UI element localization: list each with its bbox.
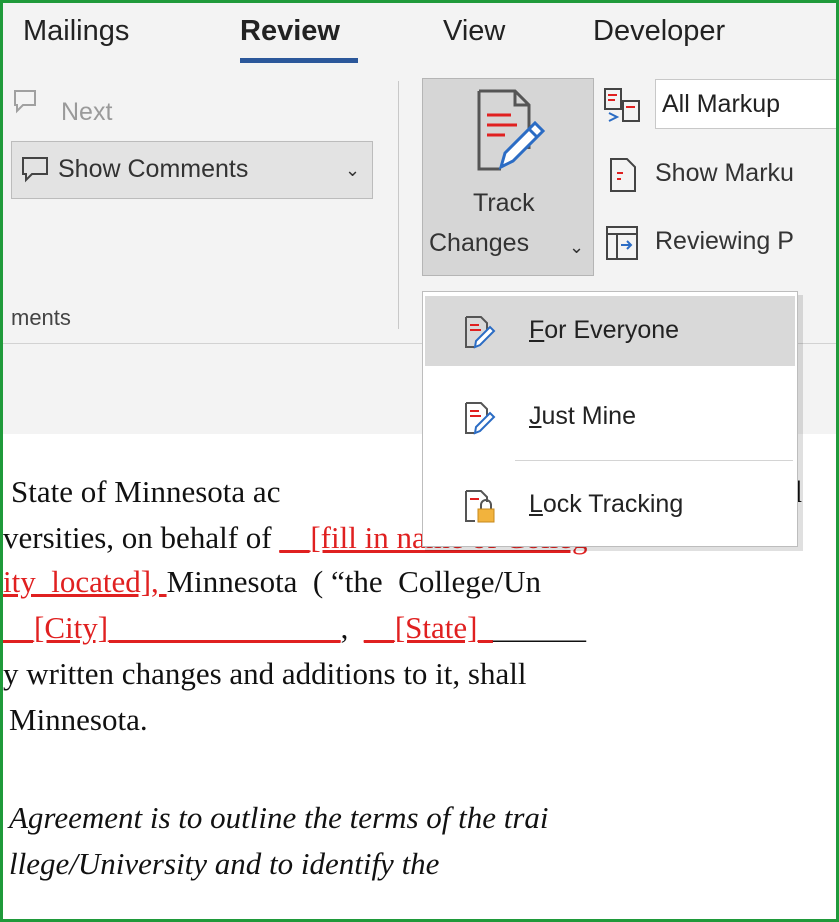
tab-developer[interactable]: Developer — [593, 15, 725, 48]
screenshot-frame: Mailings Review View Developer Next Show… — [0, 0, 839, 922]
track-changes-icon — [465, 316, 496, 349]
accelerator-key: J — [529, 402, 542, 430]
menu-item-for-everyone[interactable]: For Everyone — [425, 296, 795, 366]
doc-placeholder-state: __[State]_ — [363, 610, 493, 645]
reviewing-pane-icon — [606, 226, 638, 260]
next-comment-icon — [14, 90, 36, 114]
tab-mailings[interactable]: Mailings — [23, 15, 129, 48]
display-for-review-icon — [604, 88, 640, 122]
reviewing-pane-label: Reviewing P — [655, 227, 794, 255]
accelerator-key: F — [529, 316, 545, 344]
doc-text: ______ — [492, 610, 586, 645]
track-changes-icon — [477, 89, 546, 171]
comments-group-label: ments — [11, 305, 71, 330]
track-changes-button[interactable]: Track Changes ⌄ — [422, 78, 594, 276]
display-for-review-select[interactable]: All Markup — [655, 79, 836, 129]
track-changes-label-line2: Changes — [429, 229, 530, 257]
doc-line-6: Minnesota. — [9, 702, 148, 737]
show-markup-label: Show Marku — [655, 159, 794, 187]
doc-line-1: State of Minnesota acrd — [11, 474, 802, 510]
doc-text: State of Minnesota ac — [11, 474, 281, 509]
next-comment-button[interactable]: Next — [61, 98, 112, 127]
menu-item-label: Lock Tracking — [529, 490, 683, 519]
all-markup-value: All Markup — [662, 90, 781, 118]
doc-line-5: y written changes and additions to it, s… — [3, 656, 527, 691]
doc-text: Minnesota ( “the College/Un — [166, 564, 542, 599]
track-changes-label-line1: Track — [473, 189, 535, 217]
show-comments-label: Show Comments — [58, 155, 249, 183]
comment-icon — [22, 157, 48, 183]
doc-placeholder-city: __[City]_______________ — [3, 610, 341, 645]
track-changes-menu: For Everyone Just Mine Lock Tracking — [422, 291, 798, 547]
menu-item-text: ust Mine — [541, 402, 636, 430]
tab-review[interactable]: Review — [240, 15, 340, 48]
doc-line-8: llege/University and to identify the — [9, 846, 440, 881]
ribbon-tabs: Mailings Review View Developer — [3, 3, 836, 73]
menu-item-label: Just Mine — [529, 402, 636, 431]
show-markup-icon — [610, 158, 636, 192]
menu-item-just-mine[interactable]: Just Mine — [425, 382, 795, 452]
chevron-down-icon[interactable]: ⌄ — [345, 160, 360, 181]
doc-placeholder-city-located: ity located], — [3, 564, 167, 599]
lock-tracking-icon — [465, 490, 495, 523]
doc-line-3: ity located], Minnesota ( “the College/U… — [3, 564, 541, 600]
show-comments-button[interactable]: Show Comments ⌄ — [11, 141, 373, 199]
menu-separator — [515, 460, 793, 461]
active-tab-indicator — [240, 58, 358, 63]
menu-item-text: or Everyone — [544, 316, 680, 344]
group-separator — [398, 81, 399, 329]
tab-view[interactable]: View — [443, 15, 505, 48]
doc-text: versities, on behalf of — [3, 520, 280, 555]
chevron-down-icon[interactable]: ⌄ — [569, 237, 584, 258]
doc-line-4: __[City]_______________, __[State]______… — [3, 610, 586, 646]
track-changes-icon — [465, 402, 496, 435]
menu-item-lock-tracking[interactable]: Lock Tracking — [425, 470, 795, 540]
doc-line-7: Agreement is to outline the terms of the… — [9, 800, 549, 835]
menu-item-label: For Everyone — [529, 316, 679, 345]
accelerator-key: L — [529, 490, 543, 518]
doc-text: , — [340, 610, 364, 645]
menu-item-text: ock Tracking — [542, 490, 684, 518]
